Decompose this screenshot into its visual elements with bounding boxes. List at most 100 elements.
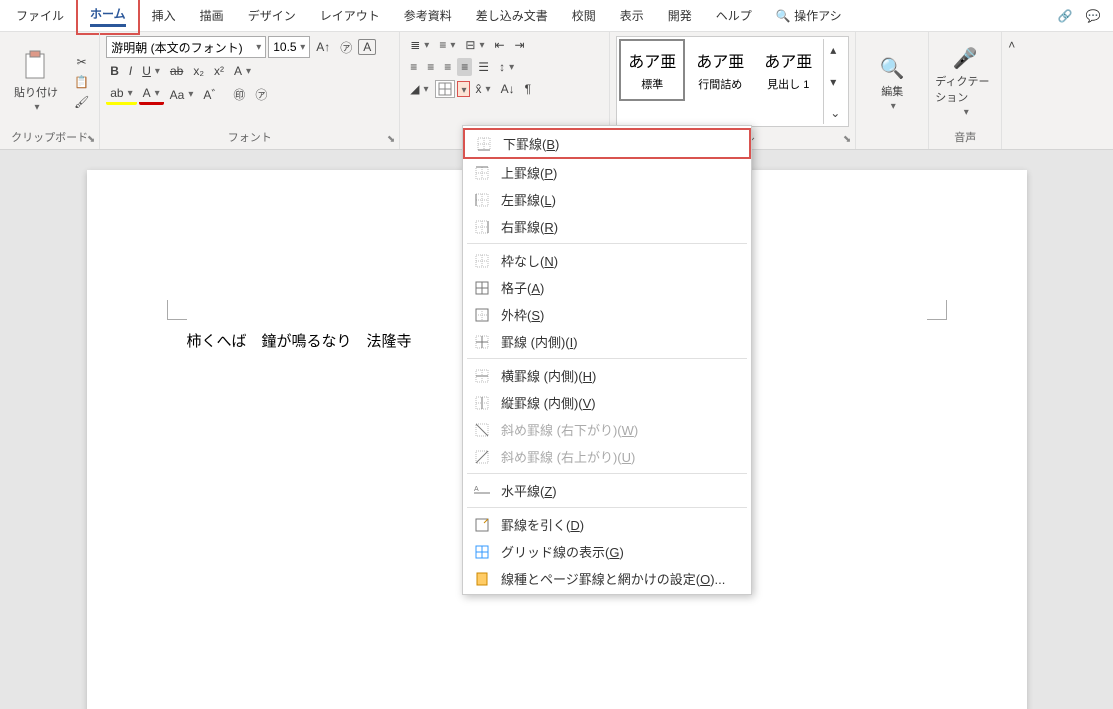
borders-dropdown-menu: 下罫線(B) 上罫線(P) 左罫線(L) 右罫線(R) 枠なし(N) 格子(A) 外枠(S)… [462, 125, 752, 595]
align-center-button[interactable]: ≡ [423, 58, 438, 76]
border-menu-h-inside[interactable]: 横罫線 (内側)(H) [463, 362, 751, 389]
align-right-button[interactable]: ≡ [440, 58, 455, 76]
bullets-button[interactable]: ≣▾ [406, 36, 433, 54]
border-icon-bottom [475, 135, 493, 153]
svg-text:A: A [474, 486, 479, 493]
style-no-spacing[interactable]: あア亜 行間詰め [687, 39, 753, 101]
border-icon-grid [473, 543, 491, 561]
subscript-button[interactable]: x₂ [189, 62, 208, 80]
border-menu-right[interactable]: 右罫線(R) [463, 213, 751, 240]
bold-button[interactable]: B [106, 62, 123, 80]
format-painter-button[interactable]: 🖌 [70, 93, 93, 111]
font-name-combo[interactable]: 游明朝 (本文のフォント)▾ [106, 36, 266, 58]
superscript-button[interactable]: x² [210, 62, 228, 80]
font-launcher[interactable]: ⬊ [387, 134, 395, 145]
align-left-button[interactable]: ≡ [406, 58, 421, 76]
border-menu-label: 上罫線(P) [501, 163, 557, 182]
style-heading1[interactable]: あア亜 見出し 1 [755, 39, 821, 101]
styles-launcher[interactable]: ⬊ [843, 134, 851, 145]
border-menu-diag-down: 斜め罫線 (右下がり)(W) [463, 416, 751, 443]
shading-button[interactable]: ◢▾ [406, 80, 432, 98]
border-menu-label: グリッド線の表示(G) [501, 542, 624, 561]
border-menu-horizontal[interactable]: A 水平線(Z) [463, 477, 751, 504]
border-menu-label: 外枠(S) [501, 305, 544, 324]
char-scaling-button[interactable]: A゛ [199, 84, 227, 105]
numbering-button[interactable]: ≡▾ [435, 36, 459, 54]
share-icon[interactable]: 🔗 [1055, 6, 1075, 26]
distribute-button[interactable]: ☰ [474, 58, 493, 76]
border-menu-label: 横罫線 (内側)(H) [501, 366, 596, 385]
tab-file[interactable]: ファイル [4, 1, 76, 30]
styles-more-button[interactable]: ⌄ [826, 104, 844, 122]
show-marks-button[interactable]: ¶ [521, 80, 535, 98]
tab-insert[interactable]: 挿入 [140, 1, 188, 30]
border-menu-none[interactable]: 枠なし(N) [463, 247, 751, 274]
border-menu-all[interactable]: 格子(A) [463, 274, 751, 301]
border-menu-inside[interactable]: 罫線 (内側)(I) [463, 328, 751, 355]
phonetic-guide-button[interactable]: ㋐ [336, 37, 356, 58]
font-color-button[interactable]: A▾ [139, 84, 164, 105]
border-menu-grid[interactable]: グリッド線の表示(G) [463, 538, 751, 565]
tab-help[interactable]: ヘルプ [704, 1, 764, 30]
justify-button[interactable]: ≡ [457, 58, 472, 76]
clipboard-launcher[interactable]: ⬊ [87, 134, 95, 145]
paste-button[interactable]: 貼り付け ▾ [6, 36, 66, 127]
tab-review[interactable]: 校閲 [560, 1, 608, 30]
tab-design[interactable]: デザイン [236, 1, 308, 30]
styles-up-button[interactable]: ▴ [826, 41, 844, 59]
clipboard-label: クリップボード [6, 127, 93, 147]
tab-draw[interactable]: 描画 [188, 1, 236, 30]
border-icon-diag-down [473, 421, 491, 439]
change-case-button[interactable]: Aa▾ [166, 86, 198, 104]
border-menu-bottom[interactable]: 下罫線(B) [463, 128, 751, 159]
tab-references[interactable]: 参考資料 [392, 1, 464, 30]
border-menu-label: 水平線(Z) [501, 481, 557, 500]
circle-char-button[interactable]: ㋐ [251, 84, 271, 105]
underline-button[interactable]: U▾ [138, 62, 164, 80]
text-effects-button[interactable]: A▾ [230, 62, 255, 80]
border-menu-settings[interactable]: 線種とページ罫線と網かけの設定(O)... [463, 565, 751, 592]
sort-button[interactable]: A↓ [497, 80, 519, 98]
highlight-button[interactable]: ab▾ [106, 84, 136, 105]
mic-icon: 🎤 [953, 46, 978, 71]
font-size-combo[interactable]: 10.5▾ [268, 36, 310, 58]
border-menu-top[interactable]: 上罫線(P) [463, 159, 751, 186]
border-menu-label: 格子(A) [501, 278, 544, 297]
tab-view[interactable]: 表示 [608, 1, 656, 30]
comments-icon[interactable]: 💬 [1083, 6, 1103, 26]
border-menu-outside[interactable]: 外枠(S) [463, 301, 751, 328]
line-spacing-button[interactable]: ↕▾ [495, 58, 518, 76]
decrease-indent-button[interactable]: ⇤ [490, 36, 508, 54]
border-icon-settings [473, 570, 491, 588]
group-editing: 🔍 編集 ▾ [856, 32, 929, 149]
increase-indent-button[interactable]: ⇥ [511, 36, 529, 54]
styles-down-button[interactable]: ▾ [826, 73, 844, 91]
tab-layout[interactable]: レイアウト [308, 1, 392, 30]
tab-mailings[interactable]: 差し込み文書 [464, 1, 560, 30]
border-menu-v-inside[interactable]: 縦罫線 (内側)(V) [463, 389, 751, 416]
strikethrough-button[interactable]: ab [166, 62, 187, 80]
char-fit-button[interactable]: x̂▾ [472, 80, 495, 98]
borders-button[interactable] [435, 80, 455, 98]
collapse-ribbon-button[interactable]: ˄ [1004, 36, 1019, 54]
borders-dropdown-button[interactable]: ▾ [457, 81, 470, 97]
border-icon-horizontal: A [473, 482, 491, 500]
style-normal[interactable]: あア亜 標準 [619, 39, 685, 101]
char-border-button[interactable]: A [358, 39, 376, 55]
find-button[interactable]: 🔍 編集 ▾ [862, 36, 922, 131]
copy-button[interactable]: 📋 [70, 73, 93, 91]
dictation-button[interactable]: 🎤 ディクテーション ▾ [935, 36, 995, 127]
tab-developer[interactable]: 開発 [656, 1, 704, 30]
cut-button[interactable]: ✂ [73, 53, 91, 71]
voice-label: 音声 [935, 127, 995, 147]
tell-me-search[interactable]: 🔍 操作アシ [764, 1, 854, 30]
border-menu-label: 右罫線(R) [501, 217, 558, 236]
tab-home[interactable]: ホーム [76, 0, 140, 35]
border-menu-draw[interactable]: 罫線を引く(D) [463, 511, 751, 538]
italic-button[interactable]: I [125, 62, 136, 80]
multilevel-button[interactable]: ⊟▾ [461, 36, 488, 54]
increase-font-button[interactable]: A↑ [312, 38, 334, 56]
border-menu-left[interactable]: 左罫線(L) [463, 186, 751, 213]
enclose-char-button[interactable]: ㊞ [229, 84, 249, 105]
border-icon-left [473, 191, 491, 209]
